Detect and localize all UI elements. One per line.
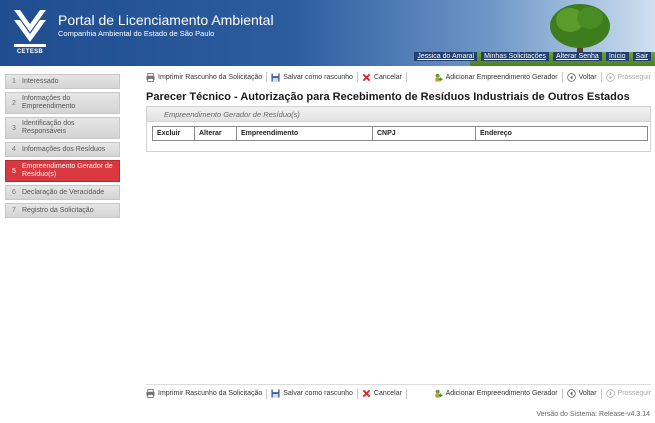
logo-text: CETESB: [16, 49, 44, 55]
toolbar-divider: [356, 388, 358, 399]
step-number: 6: [12, 189, 16, 196]
step-empreendimento-gerador[interactable]: 5 Empreendimento Gerador de Resíduo(s): [5, 160, 120, 182]
logout-link[interactable]: Sair: [632, 52, 651, 61]
save-draft-label: Salvar como rascunho: [283, 73, 353, 81]
toolbar-divider: [600, 72, 602, 82]
top-toolbar: Imprimir Rascunho da Solicitação Salvar …: [146, 70, 651, 84]
save-draft-label: Salvar como rascunho: [283, 390, 353, 397]
header: CETESB Portal de Licenciamento Ambiental…: [0, 0, 655, 66]
cancel-button[interactable]: Cancelar: [362, 389, 402, 398]
step-label: Registro da Solicitação: [22, 206, 94, 214]
step-label: Informações do Empreendimento: [22, 95, 76, 110]
step-number: 1: [12, 78, 16, 85]
step-label: Interessado: [22, 77, 59, 85]
bottom-toolbar: Imprimir Rascunho da Solicitação Salvar …: [146, 384, 651, 400]
step-number: 5: [12, 167, 16, 175]
proceed-button[interactable]: Prosseguir: [605, 389, 651, 398]
column-header-empreendimento: Empreendimento: [236, 126, 373, 141]
back-label: Voltar: [578, 390, 597, 397]
printer-icon: [146, 389, 155, 398]
step-number: 2: [12, 99, 16, 107]
generator-table: Excluir Alterar Empreendimento CNPJ Ende…: [152, 126, 648, 141]
system-version: Versão do Sistema: Release-v4.3.14: [536, 411, 650, 418]
toolbar-divider: [561, 72, 563, 82]
step-informacoes-residuos[interactable]: 4 Informações dos Resíduos: [5, 142, 120, 157]
back-button[interactable]: Voltar: [566, 389, 597, 398]
cancel-label: Cancelar: [373, 73, 402, 81]
forward-arrow-icon: [605, 389, 615, 398]
column-header-cnpj: CNPJ: [372, 126, 476, 141]
back-button[interactable]: Voltar: [566, 72, 597, 82]
print-draft-button[interactable]: Imprimir Rascunho da Solicitação: [146, 72, 263, 82]
step-informacoes-empreendimento[interactable]: 2 Informações do Empreendimento: [5, 92, 120, 114]
save-draft-button[interactable]: Salvar como rascunho: [271, 389, 353, 398]
step-interessado[interactable]: 1 Interessado: [5, 74, 120, 89]
floppy-disk-icon: [271, 389, 280, 398]
step-declaracao-veracidade[interactable]: 6 Declaração de Veracidade: [5, 185, 120, 200]
back-arrow-icon: [566, 389, 576, 398]
forward-arrow-icon: [605, 72, 615, 82]
column-header-alterar: Alterar: [194, 126, 237, 141]
step-number: 7: [12, 207, 16, 214]
floppy-disk-icon: [271, 72, 280, 82]
cetesb-logo-icon: [14, 10, 46, 47]
close-icon: [362, 73, 371, 81]
back-arrow-icon: [566, 72, 576, 82]
page-title: Parecer Técnico - Autorização para Receb…: [146, 91, 630, 103]
generator-panel: Empreendimento Gerador de Resíduo(s) Exc…: [146, 106, 651, 152]
step-number: 3: [12, 124, 16, 132]
step-label: Empreendimento Gerador de Resíduo(s): [22, 163, 113, 178]
proceed-label: Prosseguir: [617, 73, 651, 81]
cancel-button[interactable]: Cancelar: [362, 73, 402, 82]
proceed-button[interactable]: Prosseguir: [605, 72, 651, 82]
print-draft-label: Imprimir Rascunho da Solicitação: [158, 390, 263, 397]
change-password-link[interactable]: Alterar Senha: [553, 52, 602, 61]
steps-sidebar: 1 Interessado 2 Informações do Empreendi…: [5, 74, 120, 221]
save-draft-button[interactable]: Salvar como rascunho: [271, 72, 353, 82]
home-link[interactable]: Início: [605, 52, 629, 61]
add-enterprise-icon: [434, 73, 443, 82]
back-label: Voltar: [578, 73, 597, 81]
panel-title: Empreendimento Gerador de Resíduo(s): [147, 107, 650, 122]
toolbar-divider: [405, 72, 407, 82]
user-name-link[interactable]: Jessica do Amaral: [414, 52, 478, 61]
step-label: Declaração de Veracidade: [22, 188, 105, 196]
add-generator-label: Adicionar Empreendimento Gerador: [445, 73, 558, 81]
add-generator-button[interactable]: Adicionar Empreendimento Gerador: [434, 389, 558, 398]
step-label: Informações dos Resíduos: [22, 145, 106, 153]
add-generator-button[interactable]: Adicionar Empreendimento Gerador: [434, 73, 558, 82]
step-label: Identificação dos Responsáveis: [22, 120, 75, 135]
toolbar-divider: [600, 388, 602, 399]
user-links: Jessica do Amaral Minhas Solicitações Al…: [410, 52, 651, 61]
portal-subtitle: Companhia Ambiental do Estado de São Pau…: [58, 29, 215, 38]
column-header-endereco: Endereço: [475, 126, 648, 141]
proceed-label: Prosseguir: [617, 390, 651, 397]
my-requests-link[interactable]: Minhas Solicitações: [481, 52, 549, 61]
print-draft-button[interactable]: Imprimir Rascunho da Solicitação: [146, 389, 262, 398]
add-generator-label: Adicionar Empreendimento Gerador: [445, 390, 558, 397]
step-number: 4: [12, 146, 16, 153]
printer-icon: [146, 72, 155, 82]
add-enterprise-icon: [434, 389, 443, 398]
toolbar-divider: [266, 72, 268, 82]
close-icon: [362, 389, 371, 398]
portal-title: Portal de Licenciamento Ambiental: [58, 12, 274, 28]
toolbar-divider: [405, 388, 407, 399]
column-header-excluir: Excluir: [152, 126, 195, 141]
toolbar-divider: [266, 388, 268, 399]
cancel-label: Cancelar: [373, 390, 402, 397]
table-header-row: Excluir Alterar Empreendimento CNPJ Ende…: [152, 126, 648, 141]
step-registro-solicitacao[interactable]: 7 Registro da Solicitação: [5, 203, 120, 218]
toolbar-divider: [561, 388, 563, 399]
print-draft-label: Imprimir Rascunho da Solicitação: [158, 73, 263, 81]
step-identificacao-responsaveis[interactable]: 3 Identificação dos Responsáveis: [5, 117, 120, 139]
toolbar-divider: [356, 72, 358, 82]
